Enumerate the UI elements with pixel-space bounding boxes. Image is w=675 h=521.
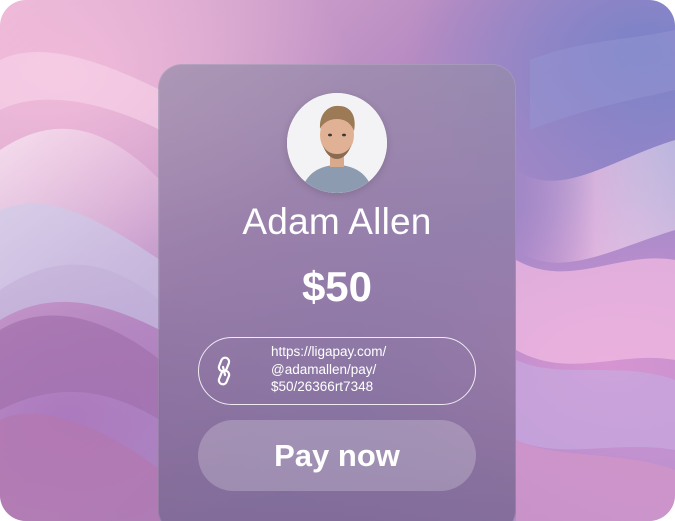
payment-link-text: https://ligapay.com/ @adamallen/pay/ $50… (271, 343, 461, 396)
payment-link-line: https://ligapay.com/ (271, 344, 387, 359)
payment-link[interactable]: https://ligapay.com/ @adamallen/pay/ $50… (198, 337, 476, 405)
payment-link-line: $50/26366rt7348 (271, 379, 374, 394)
user-avatar-icon (287, 93, 387, 193)
recipient-name: Adam Allen (242, 201, 432, 242)
payment-screen: Adam Allen $50 https://ligapay.com/ @ada… (0, 0, 675, 521)
payment-amount: $50 (301, 263, 373, 310)
pay-now-button[interactable]: Pay now (198, 420, 476, 491)
link-icon (217, 356, 231, 386)
avatar (287, 93, 387, 193)
payment-link-line: @adamallen/pay/ (271, 361, 377, 377)
